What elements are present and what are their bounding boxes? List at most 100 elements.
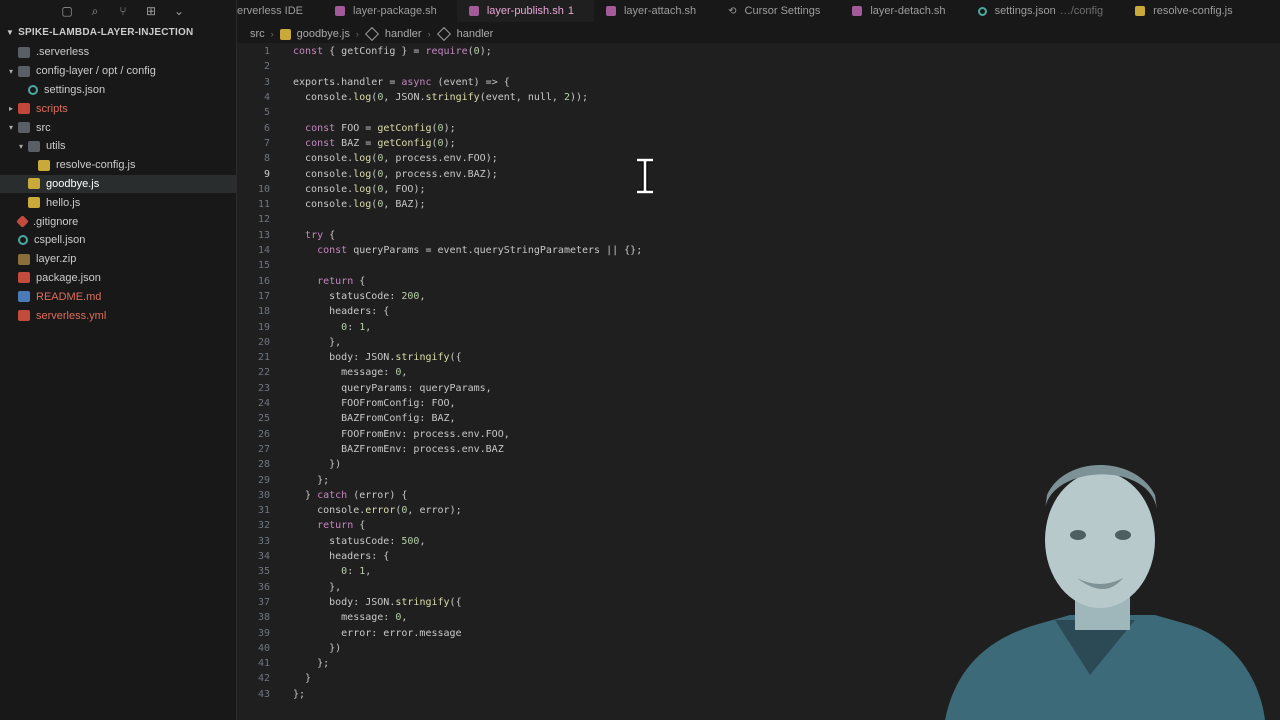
chevron-right-icon[interactable]: ▸ xyxy=(6,104,16,113)
code-line[interactable]: 8 console.log(0, process.env.FOO); xyxy=(237,151,1280,166)
editor-tab[interactable]: layer-publish.sh 1 xyxy=(456,0,594,22)
code-line[interactable]: 22 message: 0, xyxy=(237,365,1280,380)
line-number: 28 xyxy=(257,459,270,471)
chevron-right-icon: › xyxy=(270,29,274,39)
code-line[interactable]: 1 const { getConfig } = require(0); xyxy=(237,44,1280,59)
code-text: }, xyxy=(293,581,342,593)
code-line[interactable]: 9 console.log(0, process.env.BAZ); xyxy=(237,166,1280,181)
tree-item-label: goodbye.js xyxy=(46,177,100,190)
chevron-down-icon: ▼ xyxy=(6,28,15,37)
editor-tabs: erverless IDE layer-package.sh layer-publi… xyxy=(237,0,1280,22)
folder-icon xyxy=(18,46,30,58)
editor-tab[interactable]: settings.json …/config xyxy=(966,0,1124,22)
folder-icon xyxy=(18,122,30,134)
code-line[interactable]: 21 body: JSON.stringify({ xyxy=(237,350,1280,365)
code-line[interactable]: 5 xyxy=(237,105,1280,120)
code-line[interactable]: 18 headers: { xyxy=(237,304,1280,319)
tree-item[interactable]: resolve-config.js xyxy=(0,156,236,175)
code-line[interactable]: 23 queryParams: queryParams, xyxy=(237,381,1280,396)
code-text: const queryParams = event.queryStringPar… xyxy=(317,245,643,257)
tree-item[interactable]: serverless.yml xyxy=(0,306,236,325)
shell-icon xyxy=(335,6,346,16)
tree-item[interactable]: ▸ scripts xyxy=(0,99,236,118)
tree-item[interactable]: hello.js xyxy=(0,193,236,212)
code-line[interactable]: 15 xyxy=(237,258,1280,273)
line-number: 10 xyxy=(257,183,270,195)
tree-item[interactable]: ▾ src xyxy=(0,118,236,137)
code-text: FOOFromEnv: process.env.FOO, xyxy=(293,428,510,440)
editor-tab[interactable]: layer-detach.sh xyxy=(840,0,965,22)
code-line[interactable]: 16 return { xyxy=(237,274,1280,289)
line-number: 32 xyxy=(257,520,270,532)
line-number: 11 xyxy=(257,199,270,211)
folder-icon xyxy=(18,65,30,77)
line-number: 20 xyxy=(257,336,270,348)
line-number: 27 xyxy=(257,443,270,455)
line-number: 38 xyxy=(257,612,270,624)
code-line[interactable]: 20 }, xyxy=(237,335,1280,350)
tree-item[interactable]: cspell.json xyxy=(0,231,236,250)
files-icon[interactable]: ▢ xyxy=(60,4,74,18)
code-line[interactable]: 2 xyxy=(237,59,1280,74)
code-text: 0: 1, xyxy=(341,321,372,333)
line-number: 37 xyxy=(257,596,270,608)
code-line[interactable]: 17 statusCode: 200, xyxy=(237,289,1280,304)
code-line[interactable]: 7 const BAZ = getConfig(0); xyxy=(237,136,1280,151)
chevron-down-icon[interactable]: ▾ xyxy=(16,142,26,151)
editor-tab[interactable]: ⟲ Cursor Settings xyxy=(716,0,840,22)
breadcrumb-file[interactable]: goodbye.js xyxy=(297,28,350,40)
line-number: 17 xyxy=(257,290,270,302)
editor-tab[interactable]: resolve-config.js xyxy=(1123,0,1252,22)
code-line[interactable]: 19 0: 1, xyxy=(237,319,1280,334)
tree-item[interactable]: package.json xyxy=(0,269,236,288)
code-line[interactable]: 4 console.log(0, JSON.stringify(event, n… xyxy=(237,90,1280,105)
chevron-down-icon[interactable]: ▾ xyxy=(6,123,16,132)
tree-item[interactable]: ▾ utils xyxy=(0,137,236,156)
code-line[interactable]: 12 xyxy=(237,212,1280,227)
chevron-down-icon[interactable]: ⌄ xyxy=(172,4,186,18)
tree-item[interactable]: README.md xyxy=(0,287,236,306)
explorer-root-header[interactable]: ▼ SPIKE-LAMBDA-LAYER-INJECTION xyxy=(6,27,193,38)
breadcrumb-symbol[interactable]: handler xyxy=(385,28,422,40)
code-line[interactable]: 14 const queryParams = event.queryString… xyxy=(237,243,1280,258)
tree-item-label: .serverless xyxy=(36,46,90,59)
code-text: FOOFromConfig: FOO, xyxy=(293,398,456,410)
code-line[interactable]: 11 console.log(0, BAZ); xyxy=(237,197,1280,212)
tab-label: layer-publish.sh xyxy=(486,5,564,17)
code-text: body: JSON.stringify({ xyxy=(293,596,462,608)
editor-tab[interactable]: layer-package.sh xyxy=(323,0,457,22)
search-icon[interactable]: ⌕ xyxy=(88,4,102,18)
line-number: 26 xyxy=(257,428,270,440)
editor-tab[interactable]: erverless IDE xyxy=(237,0,323,22)
chevron-right-icon: › xyxy=(355,29,359,39)
tree-item-label: scripts xyxy=(36,102,68,115)
npm-icon xyxy=(18,272,30,284)
code-line[interactable]: 13 try { xyxy=(237,228,1280,243)
code-line[interactable]: 6 const FOO = getConfig(0); xyxy=(237,121,1280,136)
code-line[interactable]: 3 exports.handler = async (event) => { xyxy=(237,75,1280,90)
breadcrumb-symbol[interactable]: handler xyxy=(457,28,494,40)
tree-item[interactable]: ▾ config-layer / opt / config xyxy=(0,62,236,81)
folder-icon xyxy=(28,140,40,152)
js-file-icon xyxy=(279,28,291,40)
tree-item[interactable]: layer.zip xyxy=(0,250,236,269)
code-text: exports.handler = async (event) => { xyxy=(293,76,510,88)
tree-item[interactable]: .gitignore xyxy=(0,212,236,231)
chevron-down-icon[interactable]: ▾ xyxy=(6,67,16,76)
tree-item[interactable]: settings.json xyxy=(0,81,236,100)
code-text: try { xyxy=(305,229,336,241)
tree-item-label: README.md xyxy=(36,290,102,303)
folder-icon xyxy=(18,103,30,115)
source-control-icon[interactable]: ⑂ xyxy=(116,4,130,18)
tree-item[interactable]: .serverless xyxy=(0,43,236,62)
code-line[interactable]: 25 BAZFromConfig: BAZ, xyxy=(237,411,1280,426)
extensions-icon[interactable]: ⊞ xyxy=(144,4,158,18)
line-number: 7 xyxy=(263,137,270,149)
explorer-toolbar: ▢ ⌕ ⑂ ⊞ ⌄ xyxy=(0,0,236,22)
breadcrumb-folder[interactable]: src xyxy=(250,28,265,40)
tree-item[interactable]: goodbye.js xyxy=(0,174,236,194)
code-line[interactable]: 24 FOOFromConfig: FOO, xyxy=(237,396,1280,411)
tab-label: Cursor Settings xyxy=(744,5,821,17)
code-line[interactable]: 10 console.log(0, FOO); xyxy=(237,182,1280,197)
editor-tab[interactable]: layer-attach.sh xyxy=(594,0,716,22)
